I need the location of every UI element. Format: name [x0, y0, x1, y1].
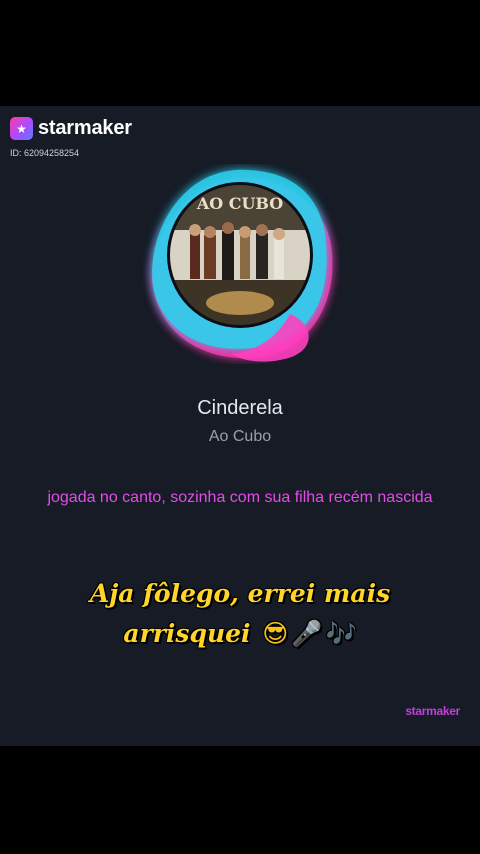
- album-cover: AO CUBO: [167, 182, 313, 328]
- artist-name: Ao Cubo: [208, 428, 272, 445]
- player-screen: ★ starmaker ID: 62094258254 AO CUBO Cind…: [0, 106, 480, 746]
- user-id-label: ID: 62094258254: [10, 148, 80, 158]
- lyrics-line: jogada no canto, sozinha com sua filha r…: [47, 489, 433, 506]
- sunglasses-emoji-icon: 😎: [262, 619, 289, 648]
- starmaker-logo: ★ starmaker: [10, 117, 132, 140]
- microphone-emoji-icon: 🎤: [291, 619, 323, 648]
- video-caption: Aja fôlego, errei mais arrisquei 😎 🎤 🎶: [40, 574, 440, 654]
- starmaker-watermark: starmaker: [405, 704, 460, 718]
- music-notes-emoji-icon: 🎶: [325, 619, 357, 648]
- song-title: Cinderela: [197, 397, 283, 419]
- album-cover-title: AO CUBO: [196, 194, 283, 213]
- logo-text: starmaker: [38, 117, 132, 139]
- starmaker-logo-icon: ★: [10, 117, 33, 140]
